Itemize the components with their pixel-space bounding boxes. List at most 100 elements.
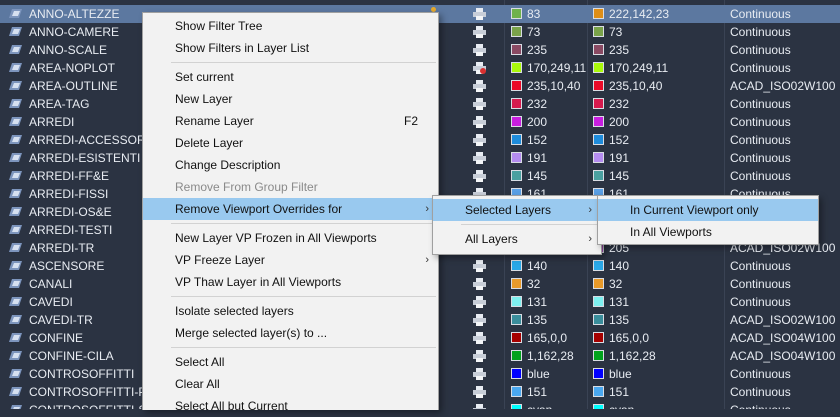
menu-item[interactable]: All Layers › — [433, 228, 601, 250]
vp-color-swatch[interactable] — [593, 26, 604, 37]
printer-icon[interactable] — [473, 404, 486, 409]
color-value: 140 — [527, 259, 548, 273]
vp-color-swatch[interactable] — [593, 350, 604, 361]
printer-icon[interactable] — [473, 296, 486, 308]
vp-color-swatch[interactable] — [593, 152, 604, 163]
linetype-value[interactable]: Continuous — [730, 403, 791, 409]
linetype-value[interactable]: ACAD_ISO04W100 — [730, 331, 835, 345]
color-swatch[interactable] — [511, 386, 522, 397]
vp-color-swatch[interactable] — [593, 260, 604, 271]
printer-icon[interactable] — [473, 386, 486, 398]
printer-icon[interactable] — [473, 152, 486, 164]
color-swatch[interactable] — [511, 152, 522, 163]
printer-icon[interactable] — [473, 116, 486, 128]
color-swatch[interactable] — [511, 296, 522, 307]
linetype-value[interactable]: Continuous — [730, 151, 791, 165]
color-swatch[interactable] — [511, 332, 522, 343]
vp-color-swatch[interactable] — [593, 332, 604, 343]
menu-item[interactable]: Clear All — [143, 373, 438, 395]
color-swatch[interactable] — [511, 62, 522, 73]
linetype-value[interactable]: ACAD_ISO02W100 — [730, 313, 835, 327]
linetype-value[interactable]: Continuous — [730, 43, 791, 57]
vp-color-swatch[interactable] — [593, 368, 604, 379]
menu-item[interactable]: Selected Layers › — [433, 199, 601, 221]
menu-item[interactable]: In Current Viewport only — [598, 199, 818, 221]
color-swatch[interactable] — [511, 404, 522, 409]
vp-color-swatch[interactable] — [593, 80, 604, 91]
menu-item[interactable]: Change Description — [143, 154, 438, 176]
linetype-value[interactable]: ACAD_ISO02W100 — [730, 79, 835, 93]
printer-icon[interactable] — [473, 170, 486, 182]
color-swatch[interactable] — [511, 8, 522, 19]
menu-item[interactable]: Set current — [143, 66, 438, 88]
printer-icon[interactable] — [473, 350, 486, 362]
color-swatch[interactable] — [511, 350, 522, 361]
linetype-value[interactable]: Continuous — [730, 133, 791, 147]
vp-color-swatch[interactable] — [593, 44, 604, 55]
printer-icon[interactable] — [473, 80, 486, 92]
color-swatch[interactable] — [511, 44, 522, 55]
linetype-value[interactable]: Continuous — [730, 169, 791, 183]
vp-color-swatch[interactable] — [593, 278, 604, 289]
color-swatch[interactable] — [511, 314, 522, 325]
color-swatch[interactable] — [511, 80, 522, 91]
vp-color-swatch[interactable] — [593, 98, 604, 109]
color-swatch[interactable] — [511, 170, 522, 181]
printer-icon[interactable] — [473, 332, 486, 344]
vp-color-swatch[interactable] — [593, 386, 604, 397]
linetype-value[interactable]: Continuous — [730, 277, 791, 291]
menu-item[interactable]: Select All but Current — [143, 395, 438, 417]
color-swatch[interactable] — [511, 134, 522, 145]
linetype-value[interactable]: Continuous — [730, 25, 791, 39]
menu-item[interactable]: New Layer — [143, 88, 438, 110]
menu-item[interactable]: Show Filters in Layer List — [143, 37, 438, 59]
printer-icon[interactable] — [473, 8, 486, 20]
linetype-value[interactable]: Continuous — [730, 385, 791, 399]
linetype-value[interactable]: Continuous — [730, 61, 791, 75]
no-plot-icon[interactable] — [473, 62, 486, 74]
linetype-value[interactable]: Continuous — [730, 97, 791, 111]
vp-color-swatch[interactable] — [593, 116, 604, 127]
vp-color-swatch[interactable] — [593, 296, 604, 307]
color-swatch[interactable] — [511, 260, 522, 271]
linetype-value[interactable]: Continuous — [730, 7, 791, 21]
menu-item[interactable]: VP Freeze Layer › — [143, 249, 438, 271]
printer-icon[interactable] — [473, 260, 486, 272]
printer-icon[interactable] — [473, 26, 486, 38]
color-swatch[interactable] — [511, 98, 522, 109]
color-swatch[interactable] — [511, 278, 522, 289]
menu-item[interactable]: In All Viewports — [598, 221, 818, 243]
vp-color-swatch[interactable] — [593, 170, 604, 181]
menu-item[interactable]: Remove Viewport Overrides for › — [143, 198, 438, 220]
color-swatch[interactable] — [511, 116, 522, 127]
menu-item[interactable]: Isolate selected layers — [143, 300, 438, 322]
vp-color-swatch[interactable] — [593, 134, 604, 145]
printer-icon[interactable] — [473, 98, 486, 110]
linetype-value[interactable]: ACAD_ISO04W100 — [730, 349, 835, 363]
menu-item[interactable]: New Layer VP Frozen in All Viewports — [143, 227, 438, 249]
linetype-value[interactable]: Continuous — [730, 259, 791, 273]
vp-color-swatch[interactable] — [593, 404, 604, 409]
linetype-value[interactable]: Continuous — [730, 115, 791, 129]
printer-icon[interactable] — [473, 134, 486, 146]
linetype-value[interactable]: Continuous — [730, 367, 791, 381]
menu-item-label: Remove From Group Filter — [175, 180, 318, 194]
menu-item[interactable]: Show Filter Tree — [143, 15, 438, 37]
menu-item[interactable]: VP Thaw Layer in All Viewports — [143, 271, 438, 293]
vp-color-swatch[interactable] — [593, 314, 604, 325]
color-swatch[interactable] — [511, 26, 522, 37]
vp-color-swatch[interactable] — [593, 62, 604, 73]
printer-icon[interactable] — [473, 368, 486, 380]
printer-icon[interactable] — [473, 314, 486, 326]
color-value: 131 — [527, 295, 548, 309]
menu-item[interactable]: Rename Layer F2 — [143, 110, 438, 132]
vp-color-swatch[interactable] — [593, 8, 604, 19]
menu-item[interactable]: Select All — [143, 351, 438, 373]
menu-item[interactable]: Delete Layer — [143, 132, 438, 154]
printer-icon[interactable] — [473, 44, 486, 56]
printer-icon[interactable] — [473, 278, 486, 290]
menu-item[interactable]: Remove From Group Filter — [143, 176, 438, 198]
color-swatch[interactable] — [511, 368, 522, 379]
menu-item[interactable]: Merge selected layer(s) to ... — [143, 322, 438, 344]
linetype-value[interactable]: Continuous — [730, 295, 791, 309]
